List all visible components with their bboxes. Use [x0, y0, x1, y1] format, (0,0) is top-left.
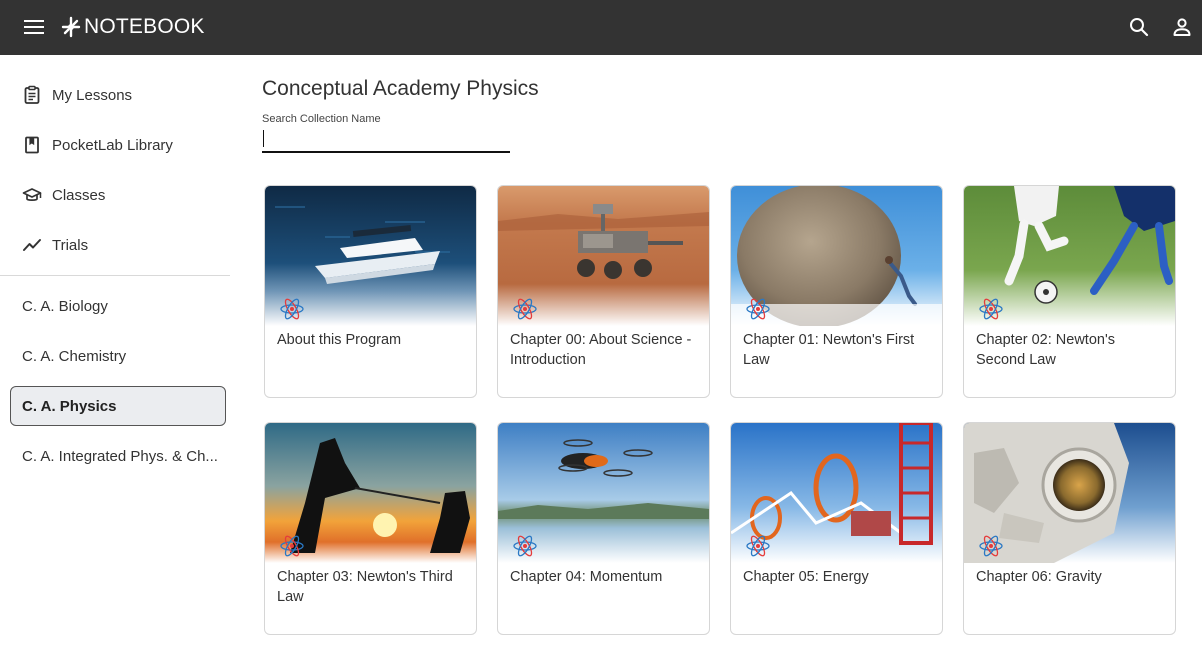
- collection-card[interactable]: Chapter 06: Gravity: [963, 422, 1176, 635]
- collection-label: C. A. Chemistry: [22, 347, 127, 365]
- page-title: Conceptual Academy Physics: [262, 77, 539, 100]
- atom-badge-icon: [280, 535, 304, 557]
- notebook-logo-icon: [61, 16, 81, 38]
- top-app-bar: NOTEBOOK: [0, 0, 1202, 55]
- card-title: About this Program: [277, 332, 402, 348]
- sidebar-item-label: Classes: [52, 186, 106, 204]
- atom-badge-icon: [979, 298, 1003, 320]
- app-name: NOTEBOOK: [84, 15, 205, 38]
- main-content: Conceptual Academy Physics Search Collec…: [232, 55, 1202, 652]
- trend-line-icon: [23, 239, 41, 251]
- collection-label: C. A. Integrated Phys. & Ch...: [22, 447, 218, 465]
- atom-badge-icon: [513, 298, 537, 320]
- sidebar-item-trials[interactable]: Trials: [0, 225, 232, 265]
- sidebar-divider: [0, 275, 230, 276]
- graduation-cap-icon: [22, 188, 42, 201]
- sidebar-item-ca-physics[interactable]: C. A. Physics: [10, 386, 226, 426]
- sidebar-item-ca-biology[interactable]: C. A. Biology: [10, 286, 226, 326]
- collection-label: C. A. Biology: [22, 297, 108, 315]
- sidebar-item-ca-chemistry[interactable]: C. A. Chemistry: [10, 336, 226, 376]
- card-title: Chapter 01: Newton's First Law: [743, 332, 915, 368]
- card-title: Chapter 05: Energy: [743, 569, 869, 585]
- book-icon: [25, 136, 39, 154]
- search-icon[interactable]: [1127, 15, 1151, 39]
- atom-badge-icon: [280, 298, 304, 320]
- card-title: Chapter 02: Newton's Second Law: [976, 332, 1115, 368]
- menu-icon[interactable]: [22, 16, 46, 38]
- search-input[interactable]: [262, 129, 510, 153]
- collection-card[interactable]: Chapter 05: Energy: [730, 422, 943, 635]
- collection-card[interactable]: Chapter 01: Newton's First Law: [730, 185, 943, 398]
- sidebar-item-label: Trials: [52, 236, 89, 254]
- account-icon[interactable]: [1170, 15, 1194, 39]
- sidebar-item-label: PocketLab Library: [52, 136, 173, 154]
- card-title: Chapter 06: Gravity: [976, 569, 1102, 585]
- atom-badge-icon: [746, 298, 770, 320]
- card-title: Chapter 04: Momentum: [510, 569, 663, 585]
- sidebar-item-pocketlab-library[interactable]: PocketLab Library: [0, 125, 232, 165]
- search-label: Search Collection Name: [262, 113, 381, 125]
- atom-badge-icon: [979, 535, 1003, 557]
- sidebar-item-ca-integrated[interactable]: C. A. Integrated Phys. & Ch...: [10, 436, 226, 476]
- collection-label: C. A. Physics: [22, 397, 117, 415]
- collection-card[interactable]: About this Program: [264, 185, 477, 398]
- sidebar: My Lessons PocketLab Library Classes Tri…: [0, 55, 232, 652]
- card-title: Chapter 00: About Science - Introduction: [510, 332, 692, 368]
- atom-badge-icon: [513, 535, 537, 557]
- collection-card[interactable]: Chapter 02: Newton's Second Law: [963, 185, 1176, 398]
- app-logo[interactable]: NOTEBOOK: [60, 14, 205, 40]
- card-title: Chapter 03: Newton's Third Law: [277, 569, 453, 605]
- atom-badge-icon: [746, 535, 770, 557]
- collection-card[interactable]: Chapter 00: About Science - Introduction: [497, 185, 710, 398]
- text-cursor: [263, 130, 264, 147]
- clipboard-icon: [24, 85, 40, 104]
- collection-card[interactable]: Chapter 03: Newton's Third Law: [264, 422, 477, 635]
- collection-card[interactable]: Chapter 04: Momentum: [497, 422, 710, 635]
- sidebar-item-classes[interactable]: Classes: [0, 175, 232, 215]
- sidebar-item-my-lessons[interactable]: My Lessons: [0, 75, 232, 115]
- sidebar-item-label: My Lessons: [52, 86, 133, 104]
